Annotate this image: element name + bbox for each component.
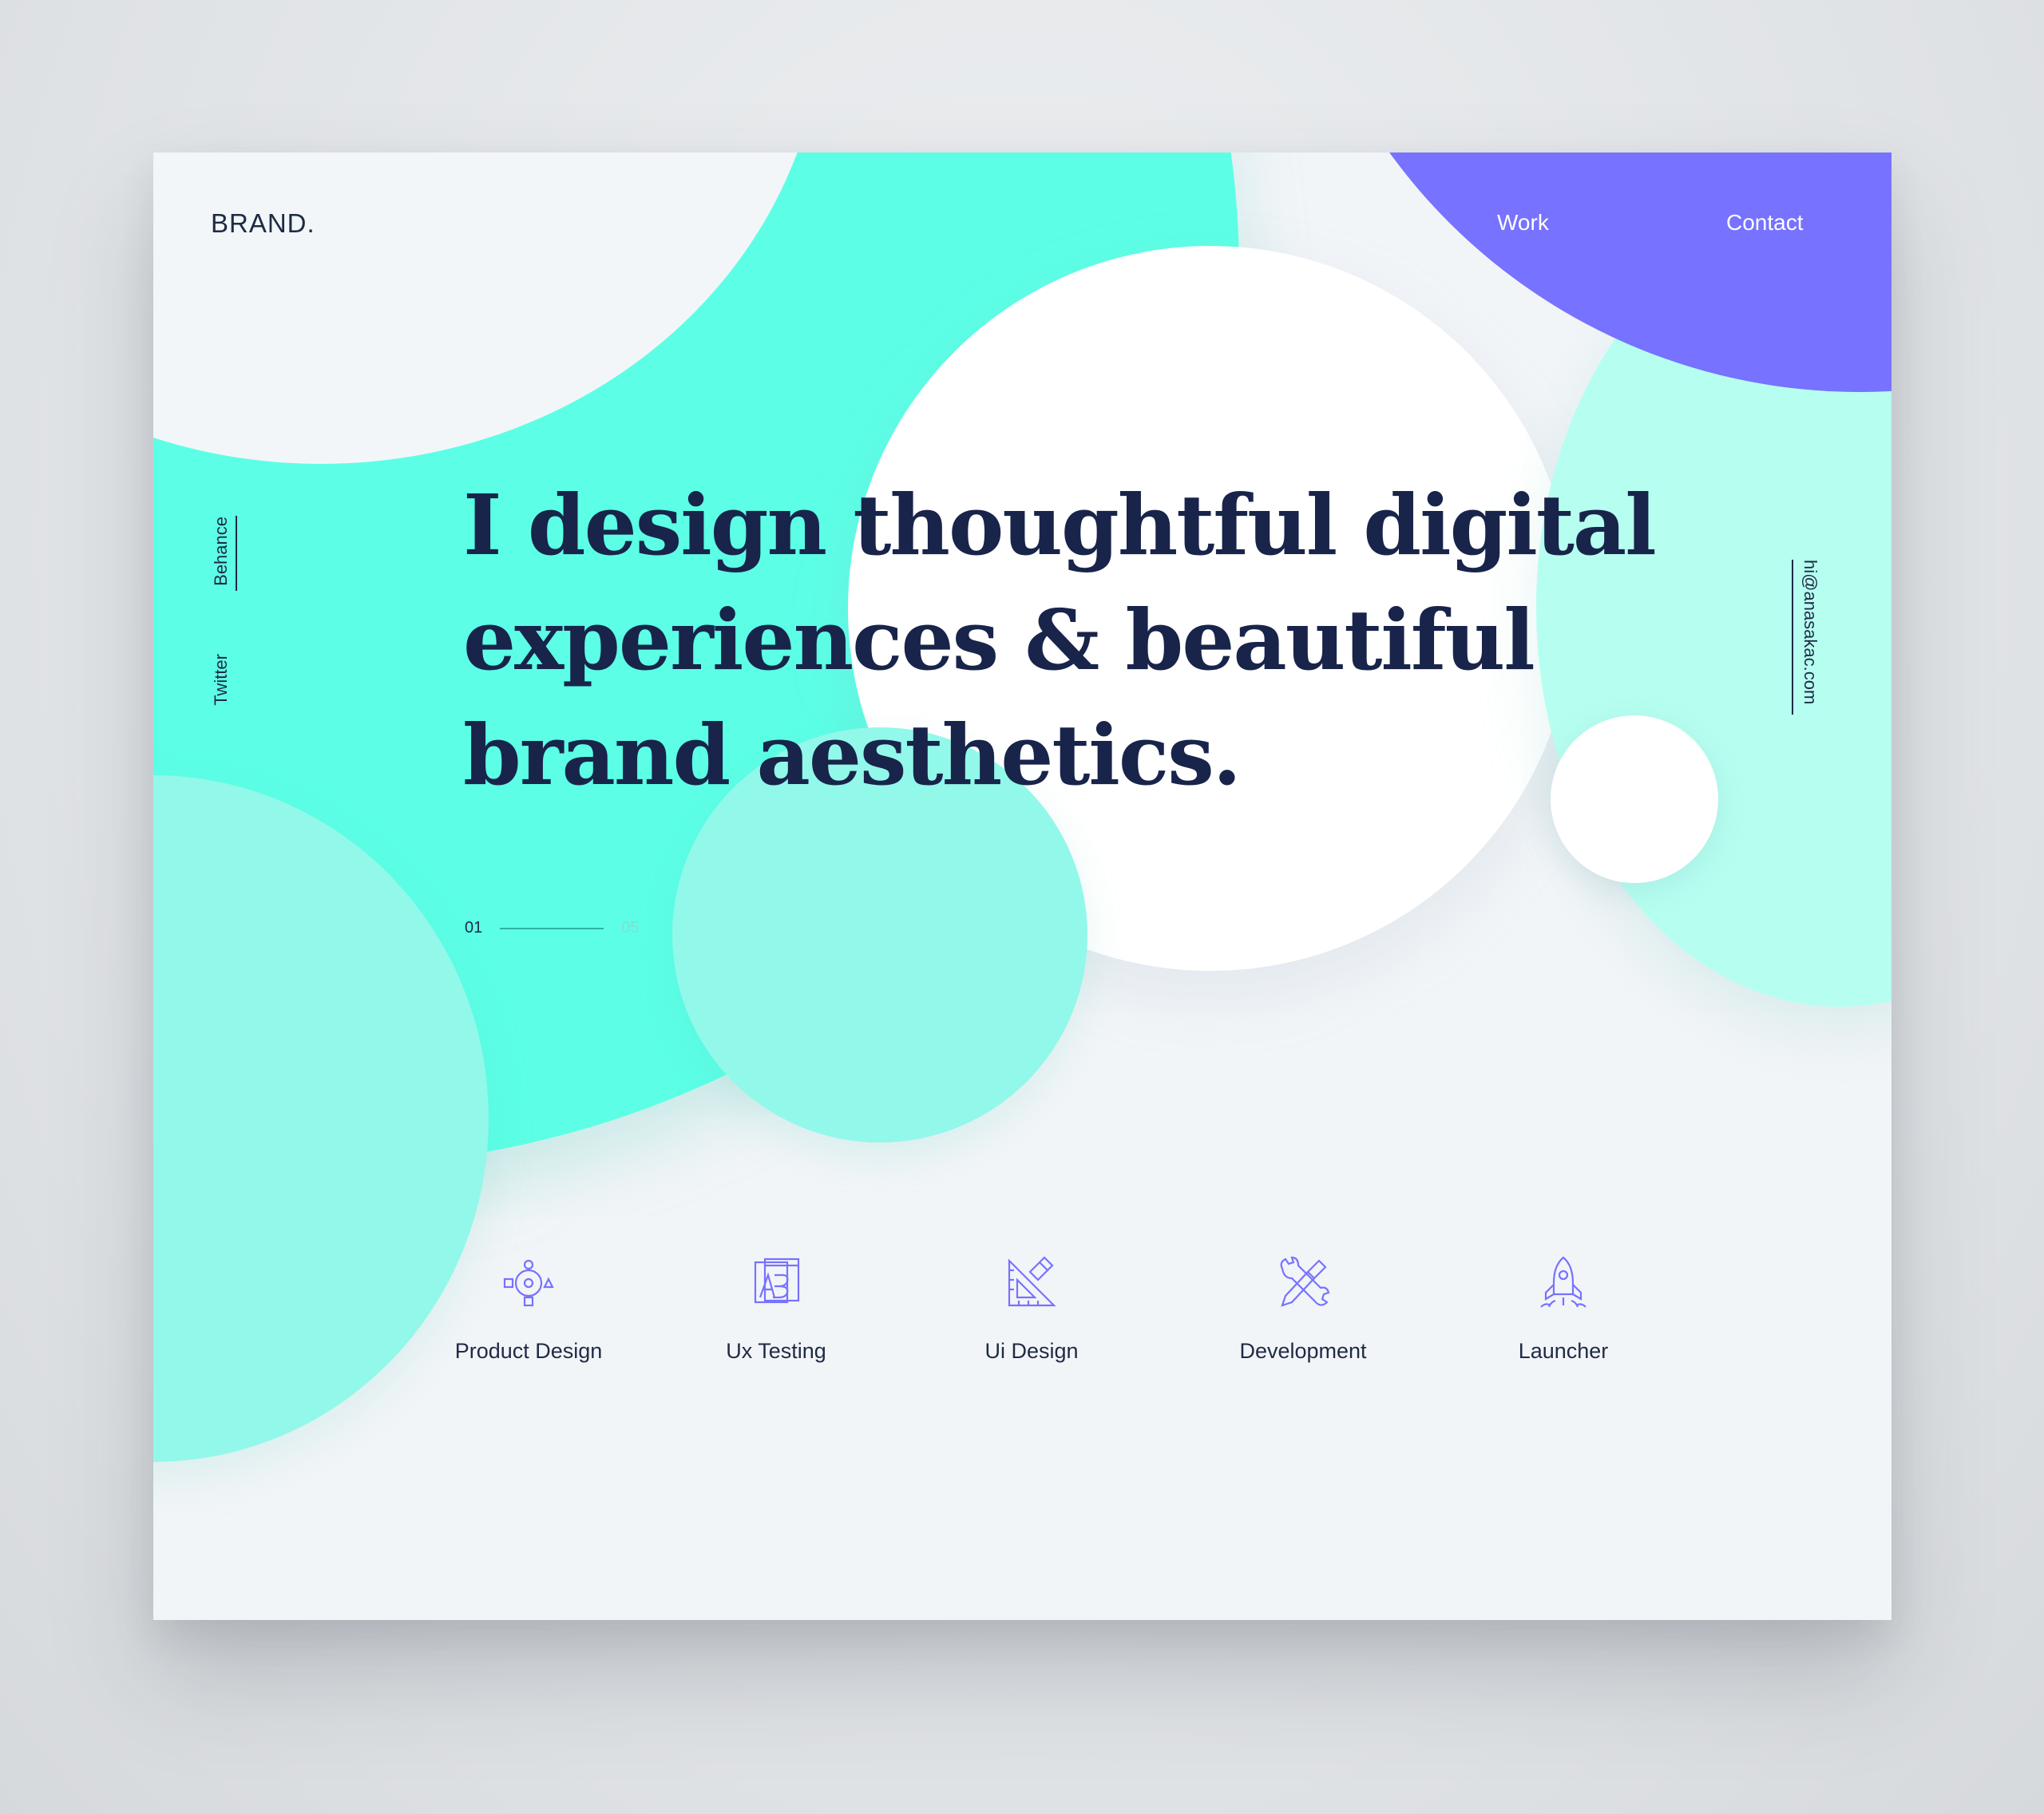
slide-total-number: 05	[621, 919, 640, 937]
brand-logo[interactable]: BRAND.	[211, 208, 315, 239]
service-label: Ui Design	[984, 1339, 1079, 1363]
nav-contact-link[interactable]: Contact	[1726, 210, 1804, 236]
behance-indicator-line	[236, 516, 237, 591]
slide-current-number: 01	[465, 919, 483, 937]
landing-page: BRAND. Work Contact Behance Twitter hi@a…	[153, 152, 1891, 1620]
slide-indicator[interactable]: 01 05	[465, 919, 640, 937]
slide-progress-line	[500, 927, 604, 929]
product-design-icon	[503, 1259, 554, 1307]
ui-design-icon	[1008, 1256, 1056, 1307]
service-product-design[interactable]: Product Design	[425, 1254, 632, 1364]
service-label: Ux Testing	[726, 1339, 826, 1363]
launcher-icon	[1540, 1256, 1586, 1308]
service-launcher[interactable]: Launcher	[1460, 1254, 1667, 1364]
services-row: Product Design Ux Testing Ui Design Deve…	[425, 1254, 1670, 1414]
service-label: Development	[1239, 1339, 1367, 1363]
service-ux-testing[interactable]: Ux Testing	[672, 1254, 880, 1364]
behance-link[interactable]: Behance	[211, 517, 232, 586]
service-label: Launcher	[1518, 1339, 1609, 1363]
nav-work-link[interactable]: Work	[1497, 210, 1549, 236]
email-indicator-line	[1792, 560, 1793, 715]
hero-headline: I design thoughtful digital experiences …	[463, 476, 1657, 804]
backdrop: BRAND. Work Contact Behance Twitter hi@a…	[0, 0, 2044, 1814]
service-development[interactable]: Development	[1199, 1254, 1407, 1364]
development-icon	[1280, 1256, 1330, 1307]
service-label: Product Design	[454, 1339, 603, 1363]
service-ui-design[interactable]: Ui Design	[928, 1254, 1135, 1364]
twitter-link[interactable]: Twitter	[211, 654, 232, 706]
ux-testing-icon	[754, 1258, 800, 1304]
email-link[interactable]: hi@anasakac.com	[1800, 560, 1820, 704]
